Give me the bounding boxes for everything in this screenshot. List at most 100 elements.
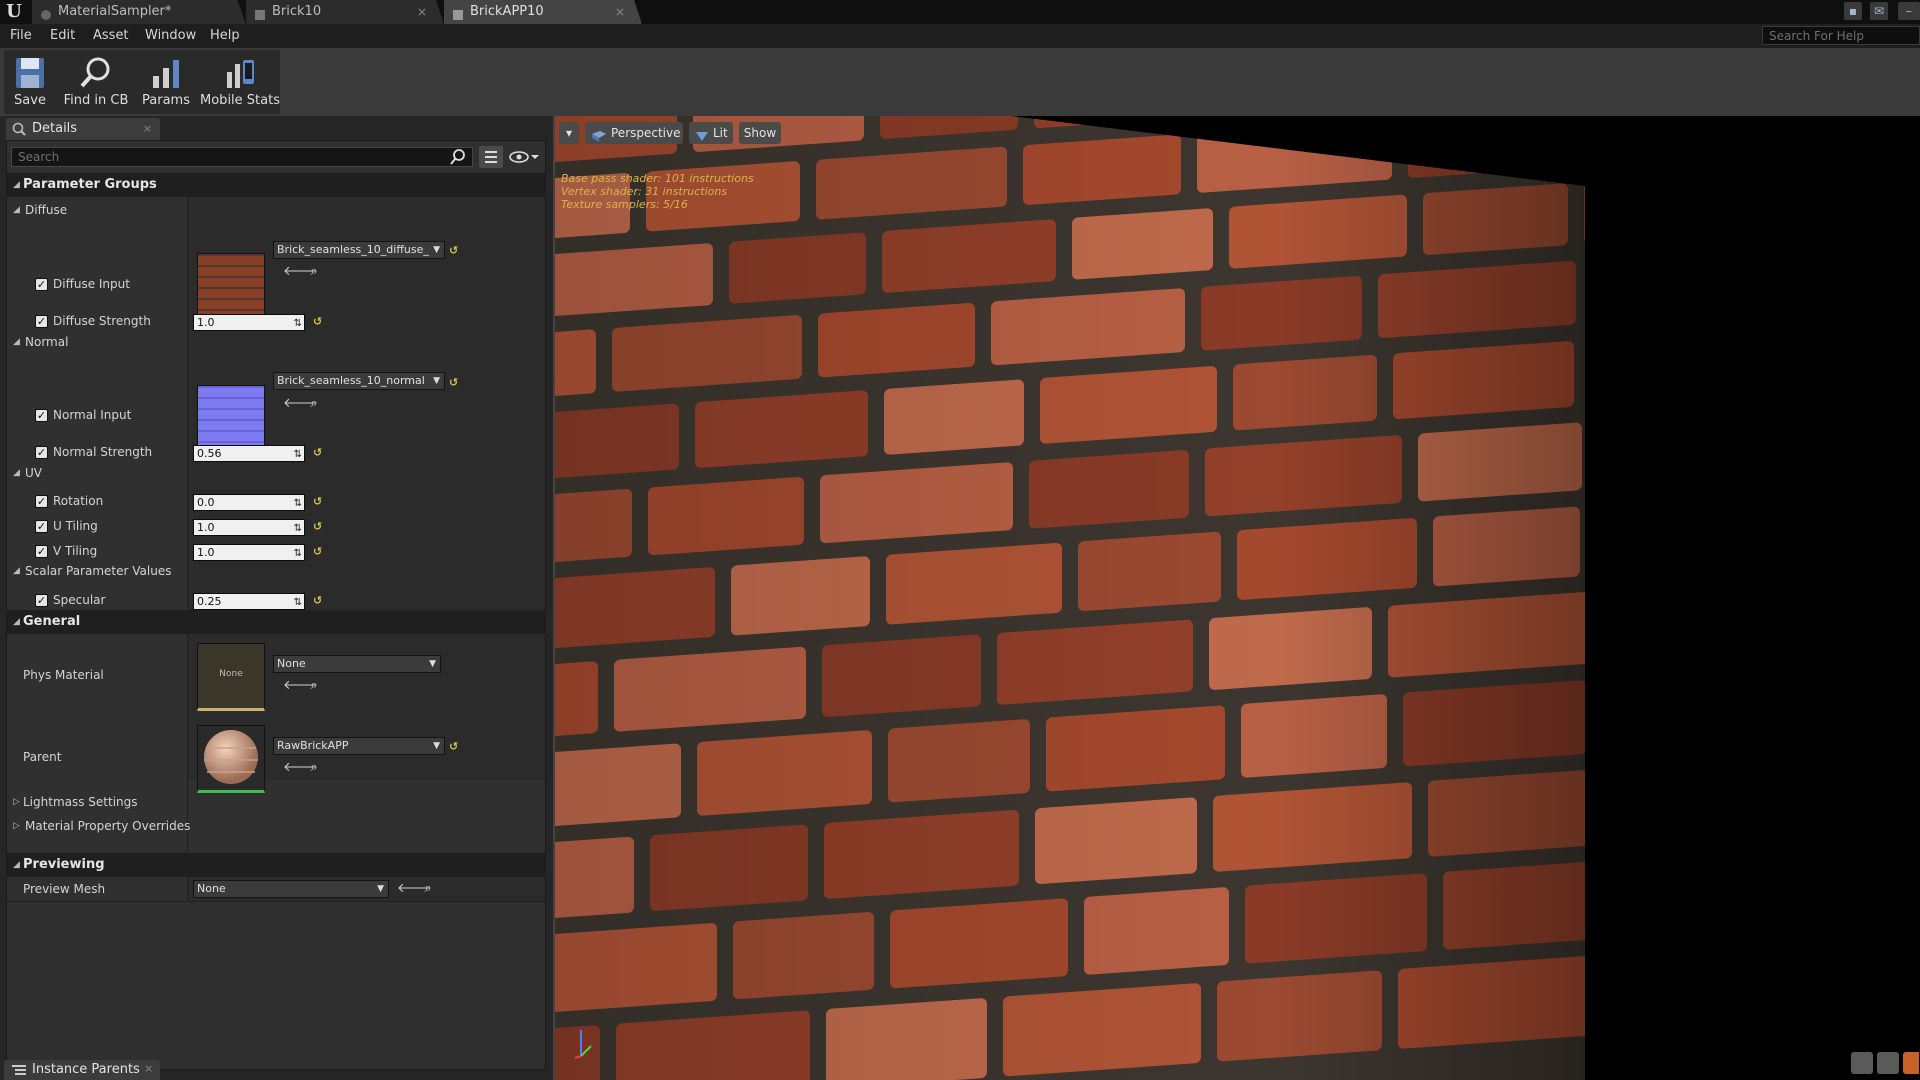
material-property-overrides-row[interactable]: ▷ Material Property Overrides: [7, 815, 545, 837]
diffuse-texture-thumbnail[interactable]: [197, 253, 265, 321]
phys-material-combo[interactable]: None ▼: [273, 655, 441, 673]
close-icon[interactable]: ×: [143, 118, 152, 140]
spin-drag-icon[interactable]: ⇅: [294, 595, 302, 610]
parameter-groups-header[interactable]: ◢ Parameter Groups: [7, 173, 545, 197]
rotation-field[interactable]: 0.0 ⇅: [193, 494, 305, 511]
save-button[interactable]: Save: [4, 50, 56, 114]
use-selected-arrow-icon[interactable]: 🡐: [397, 882, 432, 896]
browse-search-icon[interactable]: ⌕: [421, 882, 435, 896]
instance-parents-tab[interactable]: Instance Parents ×: [4, 1060, 160, 1080]
browse-search-icon[interactable]: ⌕: [307, 397, 321, 411]
viewport-options-button[interactable]: ▾: [559, 122, 579, 144]
diffuse-input-checkbox[interactable]: ✓: [35, 278, 48, 291]
use-selected-arrow-icon[interactable]: 🡐: [283, 761, 318, 775]
sphere-preview-icon[interactable]: [1877, 1052, 1899, 1074]
save-label: Save: [14, 93, 46, 108]
reset-to-default-icon[interactable]: ↺: [449, 741, 459, 753]
specular-checkbox[interactable]: ✓: [35, 594, 48, 607]
normal-texture-combo[interactable]: Brick_seamless_10_normal ▼: [273, 372, 445, 390]
normal-strength-checkbox[interactable]: ✓: [35, 446, 48, 459]
normal-texture-thumbnail[interactable]: [197, 385, 265, 453]
parent-combo[interactable]: RawBrickAPP ▼: [273, 737, 445, 755]
diffuse-strength-checkbox[interactable]: ✓: [35, 315, 48, 328]
menu-window[interactable]: Window: [145, 24, 196, 48]
toolbar: Save Find in CB Params Mobile Stats: [0, 48, 1920, 116]
menu-edit[interactable]: Edit: [50, 24, 75, 48]
general-header[interactable]: ◢ General: [7, 610, 545, 634]
group-uv[interactable]: ◢ UV: [7, 462, 545, 484]
perspective-button[interactable]: Perspective: [585, 122, 683, 144]
chat-icon[interactable]: ▪: [1844, 2, 1862, 20]
column-splitter[interactable]: [187, 877, 188, 901]
normal-strength-field[interactable]: 0.56 ⇅: [193, 445, 305, 462]
mobile-stats-button[interactable]: Mobile Stats: [198, 50, 282, 114]
reset-to-default-icon[interactable]: ↺: [313, 546, 323, 558]
group-normal[interactable]: ◢ Normal: [7, 331, 545, 353]
spin-drag-icon[interactable]: ⇅: [294, 546, 302, 561]
u-tiling-field[interactable]: 1.0 ⇅: [193, 519, 305, 536]
spin-drag-icon[interactable]: ⇅: [294, 496, 302, 511]
viewport-tool-icon[interactable]: [1851, 1052, 1873, 1074]
normal-input-checkbox[interactable]: ✓: [35, 409, 48, 422]
params-button[interactable]: Params: [136, 50, 196, 114]
specular-field[interactable]: 0.25 ⇅: [193, 593, 305, 610]
browse-search-icon[interactable]: ⌕: [307, 265, 321, 279]
preview-mesh-combo[interactable]: None ▼: [193, 880, 389, 898]
find-in-cb-button[interactable]: Find in CB: [58, 50, 134, 114]
details-search-input[interactable]: Search: [11, 147, 473, 167]
tab-material-sampler[interactable]: MaterialSampler*: [32, 0, 246, 24]
reset-to-default-icon[interactable]: ↺: [313, 496, 323, 508]
group-scalar-parameter-values[interactable]: ◢ Scalar Parameter Values: [7, 560, 545, 582]
spin-drag-icon[interactable]: ⇅: [294, 447, 302, 462]
search-icon[interactable]: [450, 149, 466, 168]
preview-viewport[interactable]: ▾ Perspective Lit Show Base pass shader:…: [553, 116, 1920, 1080]
lit-mode-button[interactable]: Lit: [689, 122, 733, 144]
material-property-overrides-label: Material Property Overrides: [25, 819, 191, 833]
show-label: Show: [743, 126, 777, 140]
reset-to-default-icon[interactable]: ↺: [449, 245, 459, 257]
show-button[interactable]: Show: [739, 122, 781, 144]
mobile-stats-icon: [223, 56, 257, 90]
reset-to-default-icon[interactable]: ↺: [313, 595, 323, 607]
reset-to-default-icon[interactable]: ↺: [313, 316, 323, 328]
reset-to-default-icon[interactable]: ↺: [449, 377, 459, 389]
tab-label: BrickAPP10: [470, 4, 544, 19]
v-tiling-field[interactable]: 1.0 ⇅: [193, 544, 305, 561]
browse-search-icon[interactable]: ⌕: [307, 679, 321, 693]
list-view-icon[interactable]: [479, 146, 503, 168]
unreal-logo-icon[interactable]: U: [4, 2, 24, 22]
diffuse-strength-field[interactable]: 1.0 ⇅: [193, 314, 305, 331]
visibility-eye-icon[interactable]: [509, 149, 541, 168]
group-diffuse[interactable]: ◢ Diffuse: [7, 199, 545, 221]
u-tiling-checkbox[interactable]: ✓: [35, 520, 48, 533]
menu-file[interactable]: File: [10, 24, 32, 48]
close-icon[interactable]: ×: [615, 0, 625, 24]
reset-to-default-icon[interactable]: ↺: [313, 447, 323, 459]
help-search-input[interactable]: Search For Help: [1762, 26, 1920, 45]
tab-brick10[interactable]: Brick10 ×: [246, 0, 444, 24]
menu-help[interactable]: Help: [210, 24, 240, 48]
close-icon[interactable]: ×: [144, 1062, 153, 1075]
details-tab[interactable]: Details ×: [6, 118, 160, 140]
notification-icon[interactable]: ✉: [1870, 2, 1888, 20]
realtime-toggle-icon[interactable]: [1903, 1052, 1919, 1074]
rotation-checkbox[interactable]: ✓: [35, 495, 48, 508]
use-selected-arrow-icon[interactable]: 🡐: [283, 679, 318, 693]
use-selected-arrow-icon[interactable]: 🡐: [283, 265, 318, 279]
lightmass-settings-row[interactable]: ▷ Lightmass Settings: [7, 791, 545, 813]
phys-material-thumbnail[interactable]: None: [197, 643, 265, 711]
diffuse-texture-combo[interactable]: Brick_seamless_10_diffuse_ ▼: [273, 241, 445, 259]
chevron-down-icon: ▼: [429, 659, 436, 669]
tab-brickapp10[interactable]: BrickAPP10 ×: [444, 0, 642, 24]
spin-drag-icon[interactable]: ⇅: [294, 316, 302, 331]
spin-drag-icon[interactable]: ⇅: [294, 521, 302, 536]
minimize-icon[interactable]: –: [1898, 2, 1920, 20]
close-icon[interactable]: ×: [417, 0, 427, 24]
previewing-header[interactable]: ◢ Previewing: [7, 853, 545, 877]
parent-thumbnail[interactable]: [197, 725, 265, 793]
reset-to-default-icon[interactable]: ↺: [313, 521, 323, 533]
use-selected-arrow-icon[interactable]: 🡐: [283, 397, 318, 411]
menu-asset[interactable]: Asset: [93, 24, 129, 48]
v-tiling-checkbox[interactable]: ✓: [35, 545, 48, 558]
browse-search-icon[interactable]: ⌕: [307, 761, 321, 775]
